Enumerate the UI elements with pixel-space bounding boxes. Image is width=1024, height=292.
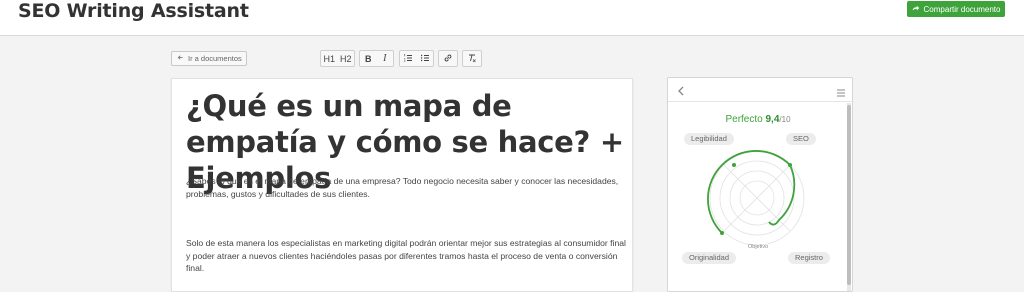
link-button[interactable] (439, 51, 457, 66)
bold-button[interactable]: B (360, 51, 377, 66)
score-label: Perfecto (725, 114, 763, 125)
paragraph[interactable]: Solo de esta manera los especialistas en… (186, 237, 626, 275)
heading-2-button[interactable]: H2 (338, 51, 355, 66)
score-radar-chart (707, 150, 805, 246)
clear-format-group (462, 50, 482, 67)
chevron-left-icon[interactable] (676, 84, 686, 96)
link-icon (443, 53, 453, 65)
radar-label-seo: SEO (786, 133, 816, 145)
score-max: /10 (779, 115, 791, 124)
radar-label-registro: Registro (788, 252, 830, 264)
back-to-documents-button[interactable]: Ir a documentos (171, 51, 247, 66)
list-group (399, 50, 434, 67)
back-to-documents-label: Ir a documentos (188, 54, 242, 63)
bullet-list-button[interactable] (417, 51, 434, 66)
menu-icon[interactable] (836, 85, 846, 97)
italic-icon: I (383, 53, 387, 64)
heading-1-button[interactable]: H1 (321, 51, 338, 66)
panel-header (668, 78, 854, 102)
share-arrow-icon (912, 4, 920, 14)
clear-format-button[interactable] (463, 51, 481, 66)
ordered-list-icon (403, 53, 413, 65)
panel-scrollbar-thumb[interactable] (847, 105, 851, 285)
paragraph[interactable]: ¿Sabes lo que es el mapa de empatía de u… (186, 175, 626, 200)
app-title: SEO Writing Assistant (18, 0, 249, 22)
clear-format-icon (467, 53, 477, 65)
radar-label-originalidad: Originalidad (682, 252, 737, 264)
radar-label-legibilidad: Legibilidad (684, 133, 734, 145)
bold-icon: B (365, 53, 372, 64)
heading-1-icon: H1 (323, 53, 335, 64)
share-document-label: Compartir documento (923, 4, 1001, 14)
ordered-list-button[interactable] (400, 51, 417, 66)
overall-score: Perfecto 9,4/10 (668, 114, 848, 125)
top-bar: SEO Writing Assistant Compartir document… (0, 0, 1024, 36)
document-editor[interactable]: ¿Qué es un mapa de empatía y cómo se hac… (171, 78, 633, 292)
italic-button[interactable]: I (377, 51, 394, 66)
score-value: 9,4 (765, 114, 780, 125)
arrow-left-icon (177, 54, 184, 63)
seo-score-panel: Perfecto 9,4/10 Legibilidad SEO Original… (667, 77, 854, 292)
share-document-button[interactable]: Compartir documento (907, 1, 1005, 17)
heading-group: H1 H2 (320, 50, 355, 67)
radar-label-objetivo: Objetivo (748, 244, 769, 250)
text-style-group: B I (359, 50, 394, 67)
bullet-list-icon (420, 53, 430, 65)
heading-2-icon: H2 (339, 53, 352, 64)
link-group (438, 50, 458, 67)
